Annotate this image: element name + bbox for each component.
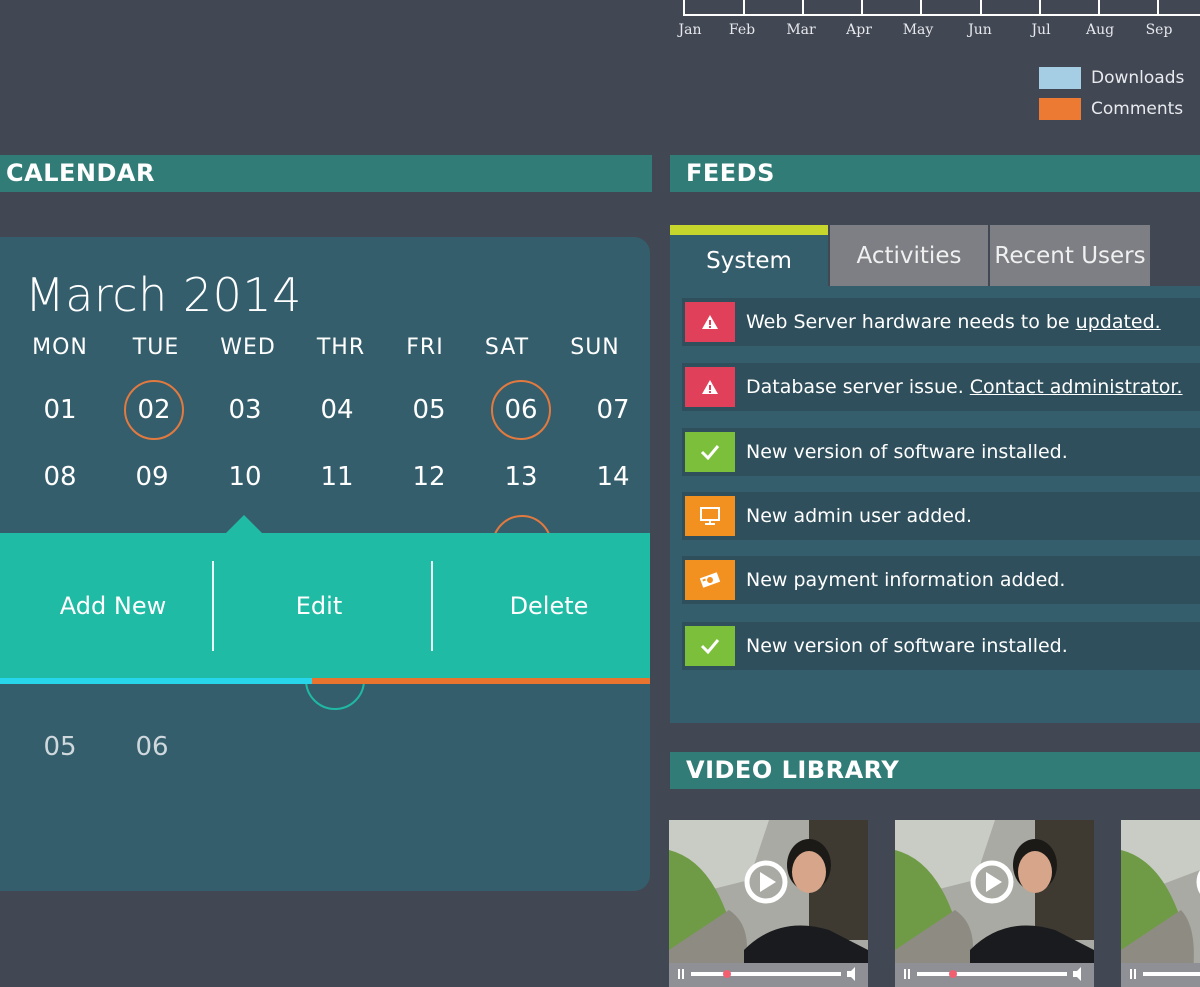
tab-system[interactable]: System — [670, 225, 828, 286]
feed-item[interactable]: Web Server hardware needs to be updated. — [682, 298, 1200, 346]
feed-item[interactable]: Database server issue. Contact administr… — [682, 363, 1200, 411]
month-label: Mar — [786, 22, 816, 38]
weekday-label: WED — [220, 335, 276, 360]
legend-swatch-downloads — [1039, 67, 1081, 89]
legend-item-comments[interactable]: Comments — [1039, 98, 1184, 120]
weekday-label: SAT — [484, 335, 530, 360]
weekday-label: TUE — [132, 335, 180, 360]
calendar-day[interactable]: 08 — [30, 447, 90, 507]
axis-tick — [861, 0, 863, 14]
tab-recent-users[interactable]: Recent Users — [990, 225, 1150, 286]
feed-item[interactable]: New version of software installed. — [682, 428, 1200, 476]
weekday-label: MON — [32, 335, 88, 360]
calendar-day[interactable]: 07 — [583, 380, 643, 440]
tab-activities[interactable]: Activities — [830, 225, 988, 286]
legend-label: Comments — [1091, 99, 1184, 119]
edit-button[interactable]: Edit — [214, 533, 424, 678]
calendar-month-title: March 2014 — [25, 268, 302, 322]
calendar-day[interactable]: 01 — [30, 380, 90, 440]
feed-message: New admin user added. — [746, 505, 973, 527]
feed-message: Database server issue. — [746, 376, 970, 398]
popup-accent-bar-cyan — [0, 678, 312, 684]
month-label: May — [902, 22, 934, 38]
add-new-button[interactable]: Add New — [0, 533, 226, 678]
calendar-day-highlighted[interactable]: 02 — [124, 380, 184, 440]
weekday-label: FRI — [406, 335, 444, 360]
feed-message: New version of software installed. — [746, 635, 1068, 657]
axis-tick — [920, 0, 922, 14]
calendar-day[interactable]: 09 — [122, 447, 182, 507]
check-icon — [685, 432, 735, 472]
video-library-section-title: VIDEO LIBRARY — [670, 752, 1200, 789]
month-label: Jan — [678, 22, 702, 38]
legend-swatch-comments — [1039, 98, 1081, 120]
warning-icon — [685, 367, 735, 407]
month-label: Feb — [728, 22, 756, 38]
calendar-day[interactable]: 13 — [491, 447, 551, 507]
feed-link-updated[interactable]: updated. — [1076, 311, 1161, 333]
axis-tick — [683, 0, 685, 14]
monitor-icon — [685, 496, 735, 536]
feed-message: New payment information added. — [746, 569, 1066, 591]
axis-tick — [980, 0, 982, 14]
feed-message: New version of software installed. — [746, 441, 1068, 463]
feed-text: Database server issue. Contact administr… — [746, 376, 1183, 398]
legend-item-downloads[interactable]: Downloads — [1039, 67, 1184, 89]
feed-text: Web Server hardware needs to be updated. — [746, 311, 1161, 333]
calendar-section-title: CALENDAR — [0, 155, 652, 192]
feed-item[interactable]: New payment information added. — [682, 556, 1200, 604]
video-thumbnail[interactable] — [669, 820, 868, 987]
calendar-action-popup: Add New Edit Delete — [0, 533, 650, 678]
calendar-day-next-month[interactable]: 05 — [30, 717, 90, 777]
chart-legend: Downloads Comments — [1039, 67, 1184, 129]
feed-item[interactable]: New admin user added. — [682, 492, 1200, 540]
axis-tick — [1157, 0, 1159, 14]
calendar-day[interactable]: 11 — [307, 447, 367, 507]
month-label: Apr — [846, 22, 872, 38]
video-thumbnail[interactable] — [895, 820, 1094, 987]
month-label: Aug — [1085, 22, 1115, 38]
delete-button[interactable]: Delete — [433, 533, 665, 678]
popup-notch — [226, 515, 262, 533]
video-thumbnail[interactable] — [1121, 820, 1200, 987]
legend-label: Downloads — [1091, 68, 1185, 88]
weekday-label: THR — [316, 335, 366, 360]
month-label: Jun — [968, 22, 992, 38]
chart-x-axis — [683, 0, 1200, 16]
feed-message: Web Server hardware needs to be — [746, 311, 1076, 333]
axis-tick — [1098, 0, 1100, 14]
popup-accent-bar-orange — [312, 678, 650, 684]
feed-item[interactable]: New version of software installed. — [682, 622, 1200, 670]
calendar-day[interactable]: 12 — [399, 447, 459, 507]
axis-tick — [743, 0, 745, 14]
calendar-day[interactable]: 04 — [307, 380, 367, 440]
month-label: Jul — [1031, 22, 1051, 38]
calendar-day[interactable]: 14 — [583, 447, 643, 507]
calendar-day-next-month[interactable]: 06 — [122, 717, 182, 777]
axis-tick — [802, 0, 804, 14]
axis-tick — [1039, 0, 1041, 14]
warning-icon — [685, 302, 735, 342]
feed-link-contact-admin[interactable]: Contact administrator. — [970, 376, 1183, 398]
feeds-section-title: FEEDS — [670, 155, 1200, 192]
check-icon — [685, 626, 735, 666]
calendar-day[interactable]: 10 — [215, 447, 275, 507]
calendar-day-highlighted[interactable]: 06 — [491, 380, 551, 440]
weekday-label: SUN — [570, 335, 620, 360]
payment-icon — [685, 560, 735, 600]
calendar-day[interactable]: 03 — [215, 380, 275, 440]
month-label: Sep — [1145, 22, 1173, 38]
calendar-day[interactable]: 05 — [399, 380, 459, 440]
